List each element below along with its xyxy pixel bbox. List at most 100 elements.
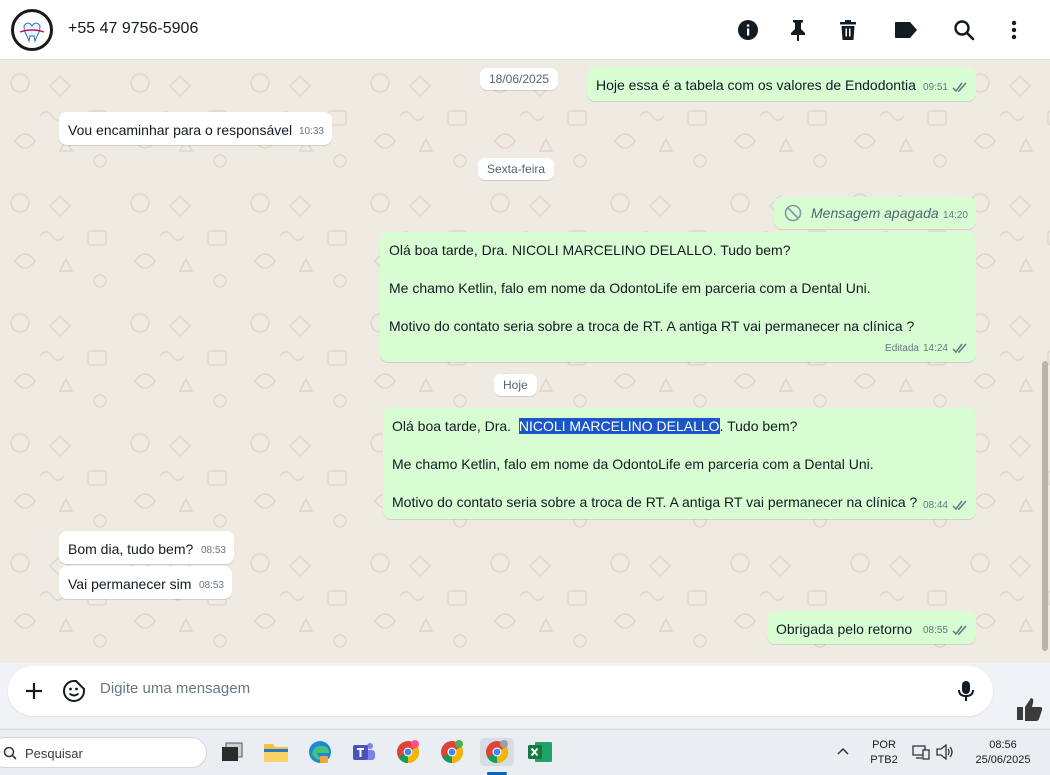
search-placeholder: Pesquisar (25, 746, 83, 761)
date-separator: 18/06/2025 (480, 68, 559, 90)
deleted-icon (784, 204, 802, 222)
message-meta: 09:51 (923, 78, 968, 97)
message-deleted[interactable]: Mensagem apagada 14:20 (774, 197, 976, 229)
contact-name[interactable]: +55 47 9756-5906 (68, 20, 198, 38)
excel-button[interactable] (526, 738, 554, 766)
date-separator: Hoje (494, 374, 537, 396)
message-outgoing[interactable]: Olá boa tarde, Dra. NICOLI MARCELINO DEL… (380, 232, 976, 362)
message-input[interactable] (100, 680, 930, 697)
network-icon (912, 745, 930, 760)
menu-icon (1011, 20, 1017, 40)
chrome-active-button[interactable] (480, 738, 514, 766)
selected-text: NICOLI MARCELINO DELALLO (518, 418, 720, 434)
message-incoming[interactable]: Vai permanecer sim 08:53 (59, 566, 232, 599)
windows-taskbar: Pesquisar POR PTB2 08:56 25/06/2025 (0, 729, 1050, 775)
speaker-icon (936, 743, 953, 761)
label-icon (895, 22, 917, 38)
message-meta: 08:55 (923, 621, 968, 640)
attach-button[interactable] (22, 679, 46, 703)
task-view-button[interactable] (218, 738, 246, 766)
chrome-profile-2-button[interactable] (438, 738, 466, 766)
message-time: 08:55 (922, 625, 948, 636)
info-icon (738, 20, 758, 40)
menu-button[interactable] (1000, 16, 1028, 44)
plus-icon (26, 683, 42, 699)
message-outgoing[interactable]: Olá boa tarde, Dra. NICOLI MARCELINO DEL… (383, 408, 976, 519)
search-icon (954, 20, 975, 41)
taskbar-search[interactable]: Pesquisar (0, 737, 207, 768)
chat-scrollbar[interactable] (1042, 361, 1048, 651)
message-time: 14:20 (942, 210, 968, 221)
clock[interactable]: 08:56 25/06/2025 (966, 738, 1040, 768)
search-messages-button[interactable] (950, 16, 978, 44)
input-language[interactable]: POR PTB2 (862, 738, 906, 768)
thumbs-up-button[interactable] (1016, 696, 1044, 722)
language-label: POR (872, 739, 896, 751)
chrome-icon (397, 740, 419, 763)
message-meta: 08:44 (923, 496, 968, 515)
trash-icon (840, 20, 856, 40)
label-button[interactable] (892, 16, 920, 44)
read-ticks-icon (952, 500, 967, 511)
keyboard-layout-label: PTB2 (870, 754, 898, 766)
network-button[interactable] (912, 744, 930, 765)
volume-button[interactable] (936, 743, 954, 765)
chrome-profile-1-button[interactable] (394, 738, 422, 766)
microphone-icon (958, 681, 974, 701)
pin-button[interactable] (784, 16, 812, 44)
clock-time: 08:56 (989, 739, 1017, 751)
edge-browser-button[interactable] (306, 738, 334, 766)
message-text: Hoje essa é a tabela com os valores de E… (596, 77, 916, 93)
message-text-part: . Tudo bem? (719, 418, 798, 434)
folder-icon (264, 744, 288, 762)
show-hidden-icons-button[interactable] (836, 744, 850, 763)
excel-icon (528, 742, 552, 762)
thumbs-up-icon (1017, 698, 1043, 721)
message-outgoing[interactable]: Obrigada pelo retorno 08:55 (767, 611, 976, 644)
message-line: Olá boa tarde, Dra. NICOLI MARCELINO DEL… (389, 242, 791, 258)
info-button[interactable] (734, 16, 762, 44)
chat-area[interactable]: Hoje essa é a tabela com os valores de E… (0, 61, 1050, 663)
message-text: Vou encaminhar para o responsável (68, 122, 293, 138)
delete-button[interactable] (834, 16, 862, 44)
message-meta: 14:20 (943, 206, 968, 225)
message-text: Bom dia, tudo bem? (68, 541, 194, 557)
message-time: 09:51 (922, 82, 948, 93)
chrome-icon (441, 740, 463, 763)
date-separator: Sexta-feira (478, 158, 555, 180)
message-time: 08:44 (922, 500, 948, 511)
message-line: Olá boa tarde, Dra. NICOLI MARCELINO DEL… (392, 417, 797, 436)
message-incoming[interactable]: Bom dia, tudo bem? 08:53 (59, 531, 234, 564)
file-explorer-button[interactable] (262, 738, 290, 766)
edge-icon (309, 741, 331, 763)
message-time: 10:33 (298, 126, 324, 137)
message-incoming[interactable]: Vou encaminhar para o responsável 10:33 (59, 112, 332, 145)
sticker-button[interactable] (62, 679, 86, 703)
edited-label: Editada (885, 343, 919, 354)
message-meta: 10:33 (299, 122, 324, 141)
message-meta: 08:53 (199, 576, 224, 595)
message-text: Obrigada pelo retorno (776, 621, 913, 637)
search-icon (3, 746, 17, 760)
message-text: Mensagem apagada (811, 205, 939, 221)
message-time: 08:53 (198, 580, 224, 591)
message-text: Vai permanecer sim (68, 576, 192, 592)
clock-date: 25/06/2025 (975, 754, 1031, 766)
message-line: Me chamo Ketlin, falo em nome da OdontoL… (392, 456, 874, 472)
task-view-icon (222, 742, 243, 761)
voice-record-button[interactable] (956, 679, 976, 703)
read-ticks-icon (952, 343, 967, 354)
pin-icon (791, 20, 805, 41)
message-meta: 08:53 (201, 541, 226, 560)
message-line: Motivo do contato seria sobre a troca de… (389, 318, 915, 334)
teams-button[interactable] (350, 738, 378, 766)
message-meta: Editada 14:24 (885, 339, 968, 358)
read-ticks-icon (952, 82, 967, 93)
clinic-logo-icon (15, 13, 49, 47)
message-line: Motivo do contato seria sobre a troca de… (392, 494, 918, 510)
message-composer (8, 666, 993, 716)
chevron-up-icon (837, 747, 849, 755)
contact-avatar[interactable] (11, 9, 53, 51)
chat-header: +55 47 9756-5906 (0, 0, 1050, 60)
message-outgoing[interactable]: Hoje essa é a tabela com os valores de E… (587, 67, 976, 101)
